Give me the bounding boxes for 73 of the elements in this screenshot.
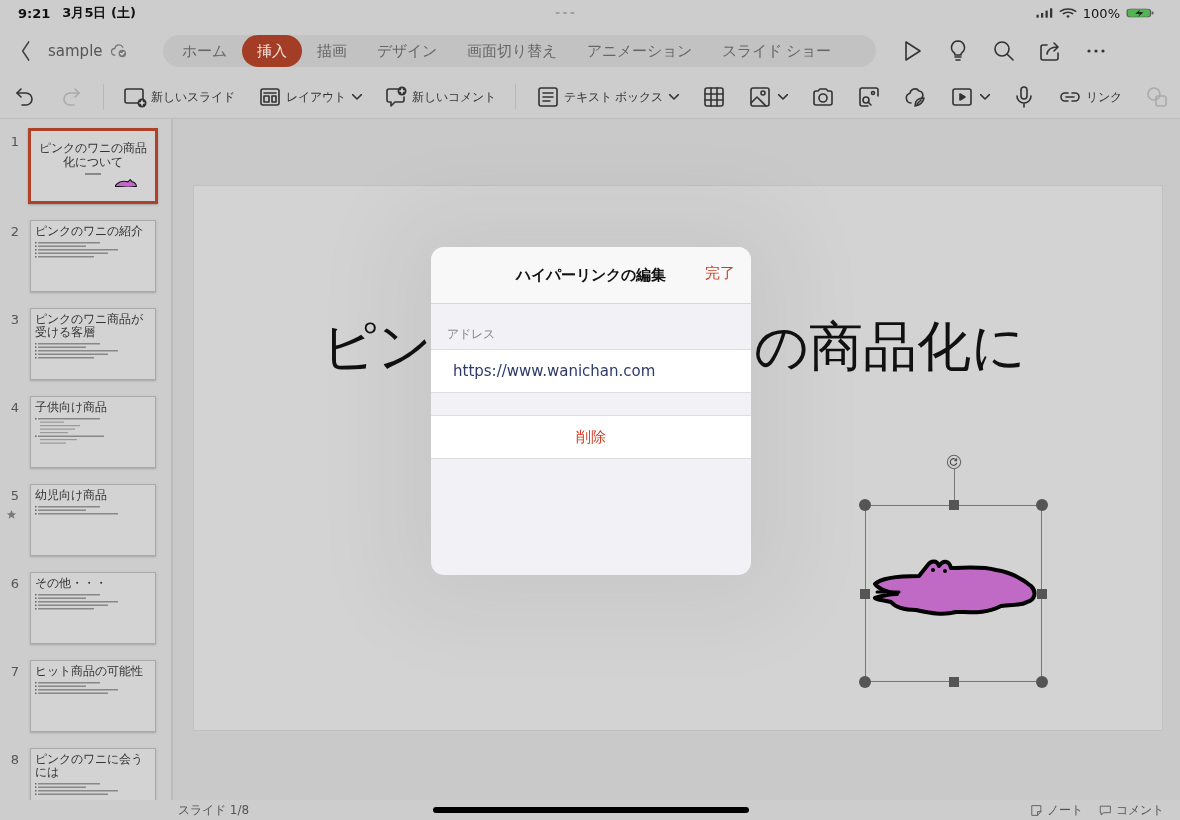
slide-thumbnail[interactable]: 子供向け商品: [30, 396, 156, 468]
thumbnail-title: ピンクのワニ商品が受ける客層: [35, 313, 144, 340]
slide-number: 1: [10, 134, 20, 149]
clock-time: 9:21: [18, 5, 51, 21]
video-icon[interactable]: [949, 85, 974, 109]
resize-handle[interactable]: [1036, 499, 1048, 511]
thumbnail-title: その他・・・: [35, 577, 107, 591]
resize-handle[interactable]: [859, 499, 871, 511]
comments-button[interactable]: コメント: [1091, 801, 1172, 819]
battery-charging-icon: [1126, 5, 1154, 21]
note-icon: [1030, 803, 1043, 817]
text-box-icon: [535, 85, 560, 109]
address-field[interactable]: https://www.wanichan.com: [431, 349, 751, 393]
slide-number: 2: [10, 224, 20, 239]
picture-icon[interactable]: [748, 85, 773, 109]
crocodile-drawing: [115, 178, 137, 187]
resize-handle[interactable]: [859, 676, 871, 688]
section-label: アドレス: [446, 326, 496, 343]
thumbnail-title: 幼児向け商品: [35, 489, 107, 503]
resize-handle[interactable]: [949, 500, 959, 510]
slide-number: 7: [10, 664, 20, 679]
layout-icon: [257, 85, 282, 109]
file-name: sample: [48, 42, 103, 60]
slide-title: の商品化に: [754, 320, 1026, 374]
camera-icon[interactable]: [810, 85, 835, 109]
resize-handle[interactable]: [949, 677, 959, 687]
wifi-icon: [1058, 6, 1077, 20]
thumbnail-title: ピンクのワニの紹介: [35, 225, 143, 239]
link-button[interactable]: リンク: [1055, 81, 1126, 113]
slide-title: ピン: [322, 320, 432, 374]
tab[interactable]: 挿入: [241, 35, 302, 67]
slide-thumbnail[interactable]: ヒット商品の可能性: [30, 660, 156, 732]
resize-handle[interactable]: [1036, 676, 1048, 688]
notes-button[interactable]: ノート: [1022, 801, 1091, 819]
new-slide-icon: [123, 85, 148, 109]
multitask-dots-icon[interactable]: [554, 9, 577, 17]
done-button[interactable]: 完了: [705, 264, 735, 283]
thumbnail-title: ピンクのワニの商品化について: [38, 141, 148, 170]
new-comment-button[interactable]: 新しいコメント: [380, 81, 499, 113]
rotate-handle-icon[interactable]: [946, 454, 962, 470]
delete-button[interactable]: 削除: [431, 415, 751, 459]
slide-thumbnail[interactable]: その他・・・: [30, 572, 156, 644]
share-icon[interactable]: [1037, 39, 1062, 63]
battery-percent: 100%: [1082, 5, 1120, 21]
comment-plus-icon: [383, 85, 408, 109]
search-icon[interactable]: [991, 39, 1016, 63]
thumbnail-title: ピンクのワニに会うには: [35, 753, 144, 780]
image-search-icon[interactable]: [856, 85, 881, 109]
textbox-button[interactable]: テキスト ボックス: [532, 81, 683, 113]
subtitle-line-drawing: [85, 172, 101, 175]
date-text: 3月5日 (土): [62, 4, 136, 22]
signal-icon: [1034, 6, 1053, 20]
slide-number: 8: [10, 752, 20, 767]
layout-button[interactable]: レイアウト: [254, 81, 365, 113]
slide-number: 5: [10, 488, 20, 503]
slide-counter: スライド 1/8: [178, 801, 251, 819]
resize-handle[interactable]: [1037, 589, 1047, 599]
slide-thumbnail[interactable]: ピンクのワニの商品化について: [28, 128, 158, 204]
slide-thumbnail[interactable]: ピンクのワニの紹介: [30, 220, 156, 292]
comment-icon: [1099, 803, 1112, 817]
resize-handle[interactable]: [860, 589, 870, 599]
thumbnail-title: 子供向け商品: [35, 401, 107, 415]
slide-number: 3: [10, 312, 20, 327]
table-icon[interactable]: [701, 85, 726, 109]
slide-thumbnail[interactable]: 幼児向け商品: [30, 484, 156, 556]
slide-thumbnail[interactable]: ピンクのワニに会うには: [30, 748, 156, 800]
slide-thumbnail[interactable]: ピンクのワニ商品が受ける客層: [30, 308, 156, 380]
leaf-icon[interactable]: [903, 85, 928, 109]
slide-number: 6: [10, 576, 20, 591]
slide-number: 4: [10, 400, 20, 415]
thumbnail-title: ヒット商品の可能性: [35, 665, 143, 679]
new-slide-button[interactable]: 新しいスライド: [120, 81, 239, 113]
dialog-title: ハイパーリンクの編集: [516, 265, 666, 285]
